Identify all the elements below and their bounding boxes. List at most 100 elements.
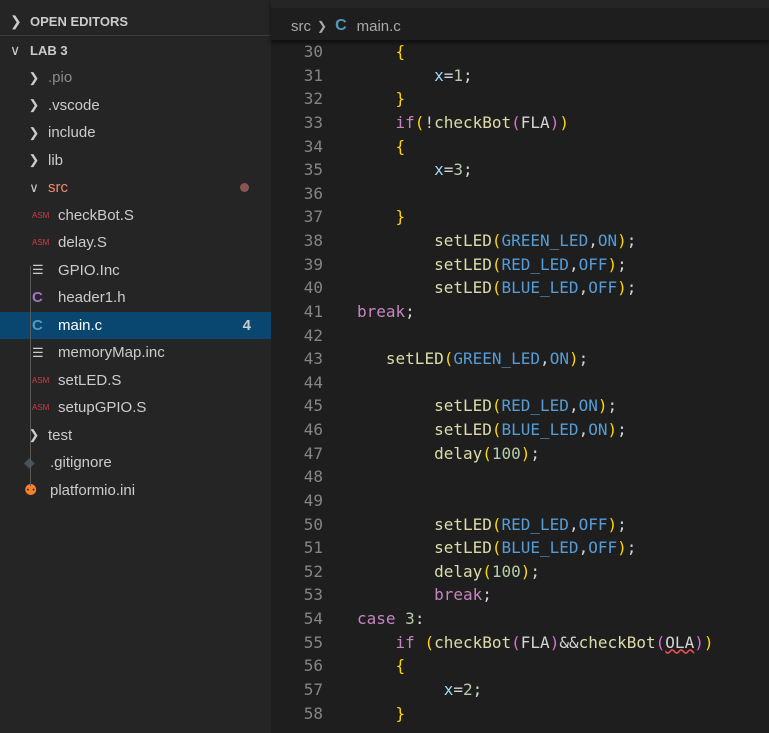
open-editors-section[interactable]: ❯ OPEN EDITORS — [0, 8, 271, 36]
line-number: 35 — [303, 160, 323, 180]
code-line[interactable]: 39 setLED(RED_LED,OFF); — [271, 253, 769, 277]
section-title: OPEN EDITORS — [30, 14, 129, 29]
tree-item[interactable]: ❯ .vscode — [0, 92, 271, 120]
tree-item[interactable]: ASM setupGPIO.S — [0, 394, 271, 422]
code-line[interactable]: 43 setLED(GREEN_LED,ON); — [271, 347, 769, 371]
code-line[interactable]: 58 } — [271, 702, 769, 726]
code-text: } — [357, 205, 406, 229]
code-token: RED_LED — [501, 254, 569, 274]
tree-item[interactable]: Cmain.c 4 — [0, 311, 271, 339]
tree-item[interactable]: ❯ include — [0, 119, 271, 147]
code-line[interactable]: 54 case 3: — [271, 607, 769, 631]
code-token: 100 — [491, 443, 521, 463]
code-line[interactable]: 44 — [271, 371, 769, 395]
code-token: ( — [511, 632, 521, 652]
code-token: ( — [491, 278, 502, 298]
code-token: ) — [694, 632, 704, 652]
code-token: ) — [607, 254, 618, 274]
project-section[interactable]: ∨ LAB 3 — [0, 36, 271, 64]
code-line[interactable]: 36 — [271, 182, 769, 206]
tree-item[interactable]: ASM delay.S — [0, 229, 271, 257]
asm-file-icon: ASM — [32, 403, 50, 413]
code-token: ( — [491, 514, 502, 534]
code-line[interactable]: 50 setLED(RED_LED,OFF); — [271, 513, 769, 537]
tree-item-label: memoryMap.inc — [58, 344, 165, 362]
code-token: 3 — [453, 160, 463, 180]
code-token: ) — [520, 561, 531, 581]
h-file-icon: C — [32, 289, 43, 307]
tree-item[interactable]: ☰ GPIO.Inc — [0, 257, 271, 285]
code-line[interactable]: 45 setLED(RED_LED,ON); — [271, 394, 769, 418]
code-area[interactable]: 30 {31 x=1; 32 } 33 if(!checkBot(FLA)) 34 {… — [271, 40, 769, 725]
code-token: ; — [530, 561, 541, 581]
tree-item[interactable]: ASM setLED.S — [0, 367, 271, 395]
code-line[interactable]: 41 break; — [271, 300, 769, 324]
editor: src ❯ C main.c 30 {31 x=1; 32 } 33 if(!che… — [271, 0, 769, 733]
code-token: } — [395, 89, 406, 109]
tree-item-label: main.c — [58, 316, 103, 334]
tree-item[interactable]: ☰ memoryMap.inc — [0, 339, 271, 367]
line-number: 56 — [303, 656, 323, 676]
text-file-icon: ☰ — [32, 262, 44, 278]
tree-item[interactable]: ❯ test — [0, 422, 271, 450]
platformio-icon: ⚉ — [24, 482, 38, 500]
asm-file-icon: ASM — [32, 375, 50, 385]
code-line[interactable]: 52 delay(100); — [271, 560, 769, 584]
tree-item[interactable]: ❯ .pio — [0, 64, 271, 92]
code-line[interactable]: 32 } — [271, 87, 769, 111]
breadcrumb-folder[interactable]: src — [291, 18, 311, 35]
chevron-right-icon: ❯ — [28, 69, 40, 85]
tree-item[interactable]: ∨ src — [0, 174, 271, 202]
code-line[interactable]: 56 { — [271, 654, 769, 678]
code-line[interactable]: 31 x=1; — [271, 64, 769, 88]
line-number: 47 — [303, 443, 323, 463]
code-line[interactable]: 55 if (checkBot(FLA)&&checkBot(OLA)) — [271, 631, 769, 655]
code-token: OFF — [588, 538, 618, 558]
code-line[interactable]: 46 setLED(BLUE_LED,ON); — [271, 418, 769, 442]
code-token: : — [414, 609, 425, 628]
breadcrumb-file[interactable]: main.c — [357, 18, 401, 35]
code-token: ) — [617, 278, 627, 298]
tree-item[interactable]: Cheader1.h — [0, 284, 271, 312]
code-line[interactable]: 35 x=3; — [271, 158, 769, 182]
tree-item[interactable]: ASM checkBot.S — [0, 202, 271, 230]
code-token: setLED — [434, 396, 492, 416]
code-token: BLUE_LED — [501, 420, 579, 439]
code-token: ; — [482, 585, 492, 605]
code-token: x — [434, 160, 444, 180]
code-line[interactable]: 33 if(!checkBot(FLA)) — [271, 111, 769, 135]
chevron-right-icon: ❯ — [28, 427, 40, 443]
code-line[interactable]: 57 x=2; — [271, 678, 769, 702]
code-line[interactable]: 53 break; — [271, 583, 769, 607]
code-token: ( — [482, 561, 492, 581]
code-token: setLED — [434, 538, 492, 558]
code-line[interactable]: 40 setLED(BLUE_LED,OFF); — [271, 276, 769, 300]
code-line[interactable]: 49 — [271, 489, 769, 513]
code-line[interactable]: 37 } — [271, 205, 769, 229]
code-line[interactable]: 38 setLED(GREEN_LED,ON); — [271, 229, 769, 253]
tree-item-label: delay.S — [58, 234, 107, 252]
code-line[interactable]: 51 setLED(BLUE_LED,OFF); — [271, 536, 769, 560]
code-line[interactable]: 47 delay(100); — [271, 442, 769, 466]
code-token: ) — [617, 538, 627, 558]
code-token: ( — [491, 420, 502, 439]
tree-item[interactable]: ◆.gitignore — [0, 449, 271, 477]
code-text: setLED(RED_LED,ON); — [357, 394, 617, 418]
code-token: break — [434, 585, 483, 605]
tree-item[interactable]: ❯ lib — [0, 147, 271, 175]
code-token: ) — [703, 632, 714, 652]
tree-item[interactable]: ⚉ platformio.ini — [0, 477, 271, 505]
code-token: ( — [491, 254, 502, 274]
code-line[interactable]: 42 — [271, 324, 769, 348]
code-line[interactable]: 30 { — [271, 40, 769, 64]
code-token: if — [395, 112, 415, 132]
code-line[interactable]: 48 — [271, 465, 769, 489]
code-line[interactable]: 34 { — [271, 135, 769, 159]
code-token: ; — [462, 65, 473, 85]
